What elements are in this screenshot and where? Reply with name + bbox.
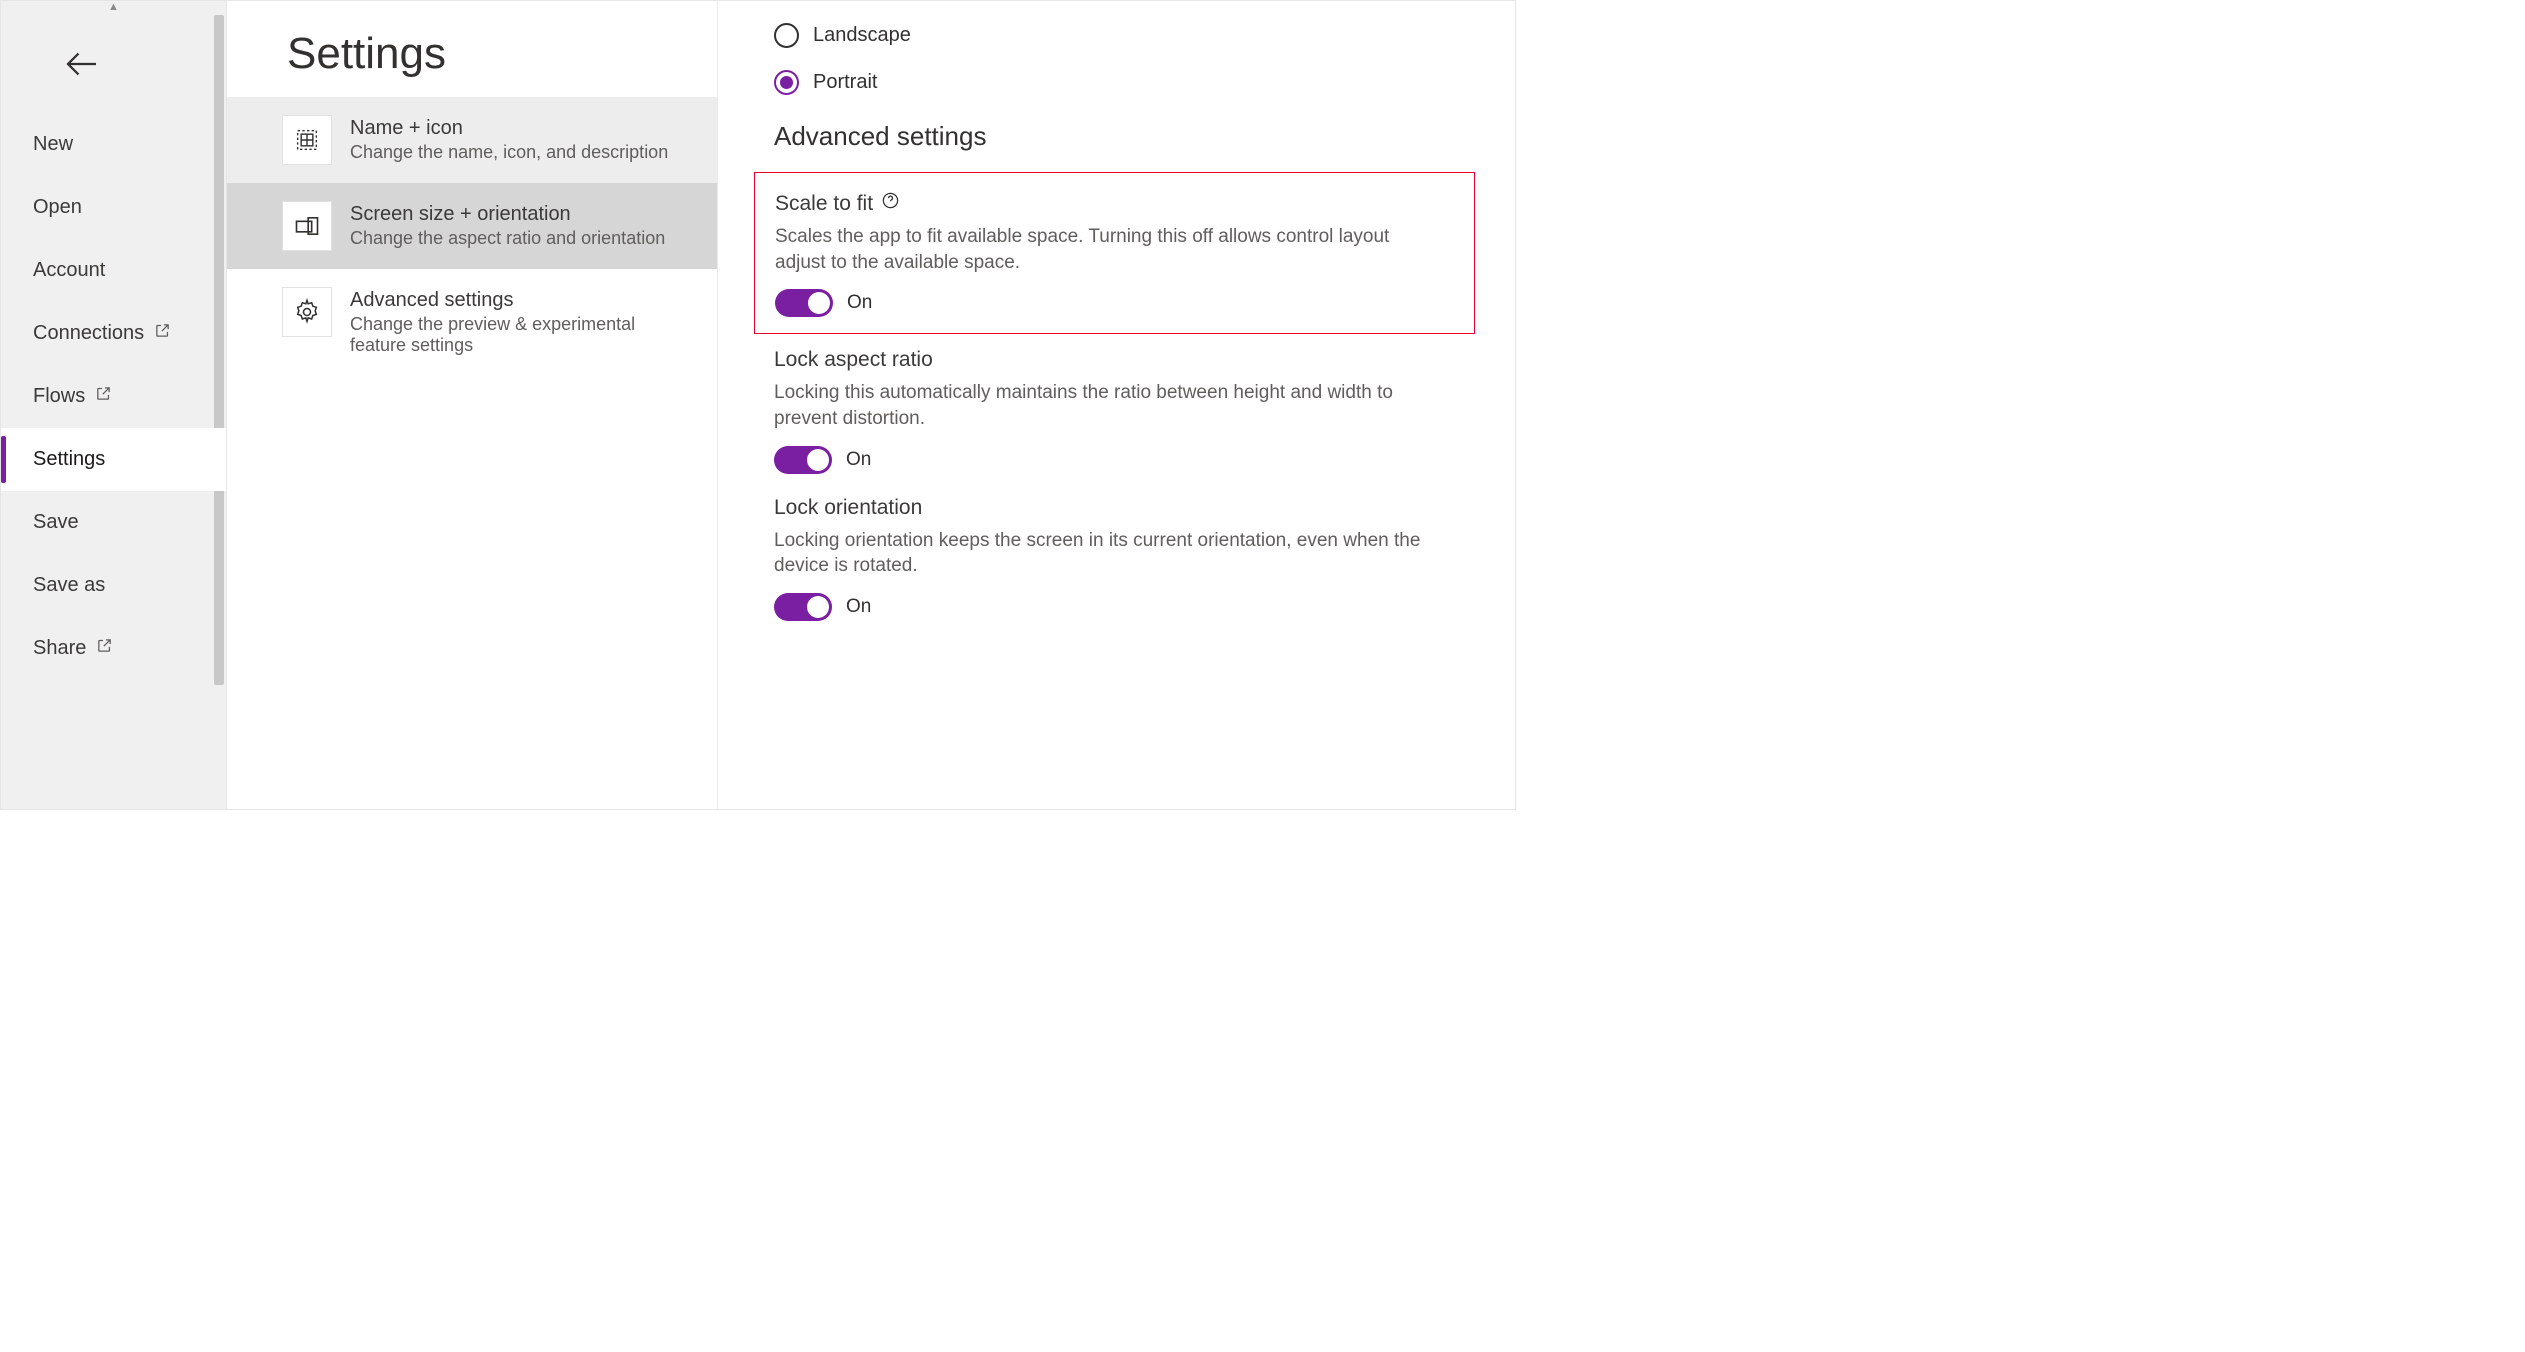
option-scale-to-fit: Scale to fit Scales the app to fit avail… (775, 191, 1454, 317)
nav-save-as[interactable]: Save as (1, 554, 226, 617)
radio-icon (774, 23, 799, 48)
nav-label: Save as (33, 574, 105, 597)
nav-label: Settings (33, 448, 105, 471)
nav-label: Connections (33, 322, 144, 345)
card-desc: Change the name, icon, and description (350, 142, 668, 163)
card-advanced[interactable]: Advanced settings Change the preview & e… (227, 269, 717, 374)
gear-icon (282, 287, 332, 337)
option-lock-aspect: Lock aspect ratio Locking this automatic… (774, 348, 1475, 473)
card-text: Advanced settings Change the preview & e… (350, 287, 695, 356)
screen-size-icon (282, 201, 332, 251)
option-title-text: Lock aspect ratio (774, 348, 933, 372)
nav-label: Account (33, 259, 105, 282)
open-external-icon (96, 637, 113, 660)
card-text: Name + icon Change the name, icon, and d… (350, 115, 668, 163)
option-desc: Locking orientation keeps the screen in … (774, 528, 1424, 579)
scale-to-fit-highlight: Scale to fit Scales the app to fit avail… (754, 172, 1475, 334)
back-arrow-icon (61, 68, 103, 90)
nav-settings[interactable]: Settings (1, 428, 226, 491)
nav-label: Share (33, 637, 86, 660)
toggle-state: On (846, 596, 871, 618)
nav-connections[interactable]: Connections (1, 302, 226, 365)
nav-new[interactable]: New (1, 113, 226, 176)
option-desc: Locking this automatically maintains the… (774, 380, 1424, 431)
detail-panel: Landscape Portrait Advanced settings Sca… (717, 1, 1515, 809)
card-desc: Change the aspect ratio and orientation (350, 228, 665, 249)
radio-label: Landscape (813, 24, 911, 47)
name-icon-icon (282, 115, 332, 165)
option-title-text: Lock orientation (774, 496, 922, 520)
open-external-icon (154, 322, 171, 345)
toggle-state: On (847, 292, 872, 314)
card-screen-size[interactable]: Screen size + orientation Change the asp… (227, 183, 717, 269)
scroll-up-arrow[interactable]: ▲ (1, 1, 226, 15)
toggle-state: On (846, 449, 871, 471)
open-external-icon (95, 385, 112, 408)
toggle-row: On (775, 289, 1454, 317)
option-title: Lock aspect ratio (774, 348, 1475, 372)
radio-icon-checked (774, 70, 799, 95)
nav-save[interactable]: Save (1, 491, 226, 554)
card-title: Advanced settings (350, 289, 695, 312)
back-button[interactable] (1, 15, 226, 113)
option-desc: Scales the app to fit available space. T… (775, 224, 1425, 275)
nav-flows[interactable]: Flows (1, 365, 226, 428)
sidebar: ▲ New Open Account Connections Flows (1, 1, 227, 809)
nav-account[interactable]: Account (1, 239, 226, 302)
radio-portrait[interactable]: Portrait (774, 70, 1475, 95)
toggle-lock-aspect[interactable] (774, 446, 832, 474)
app-root: ▲ New Open Account Connections Flows (0, 0, 1516, 810)
nav-label: New (33, 133, 73, 156)
option-title-text: Scale to fit (775, 192, 873, 216)
nav-share[interactable]: Share (1, 617, 226, 680)
radio-label: Portrait (813, 71, 877, 94)
card-title: Screen size + orientation (350, 203, 665, 226)
card-title: Name + icon (350, 117, 668, 140)
option-lock-orientation: Lock orientation Locking orientation kee… (774, 496, 1475, 621)
toggle-row: On (774, 446, 1475, 474)
help-icon[interactable] (881, 191, 900, 216)
toggle-row: On (774, 593, 1475, 621)
nav-label: Save (33, 511, 79, 534)
nav-label: Flows (33, 385, 85, 408)
card-text: Screen size + orientation Change the asp… (350, 201, 665, 249)
card-name-icon[interactable]: Name + icon Change the name, icon, and d… (227, 97, 717, 183)
nav-open[interactable]: Open (1, 176, 226, 239)
nav-label: Open (33, 196, 82, 219)
card-desc: Change the preview & experimental featur… (350, 314, 695, 356)
advanced-settings-heading: Advanced settings (774, 121, 1475, 152)
toggle-scale-to-fit[interactable] (775, 289, 833, 317)
option-title: Scale to fit (775, 191, 1454, 216)
settings-list: Settings Name + icon Change the name, ic… (227, 1, 717, 809)
option-title: Lock orientation (774, 496, 1475, 520)
page-title: Settings (227, 1, 717, 97)
radio-landscape[interactable]: Landscape (774, 23, 1475, 48)
toggle-lock-orientation[interactable] (774, 593, 832, 621)
